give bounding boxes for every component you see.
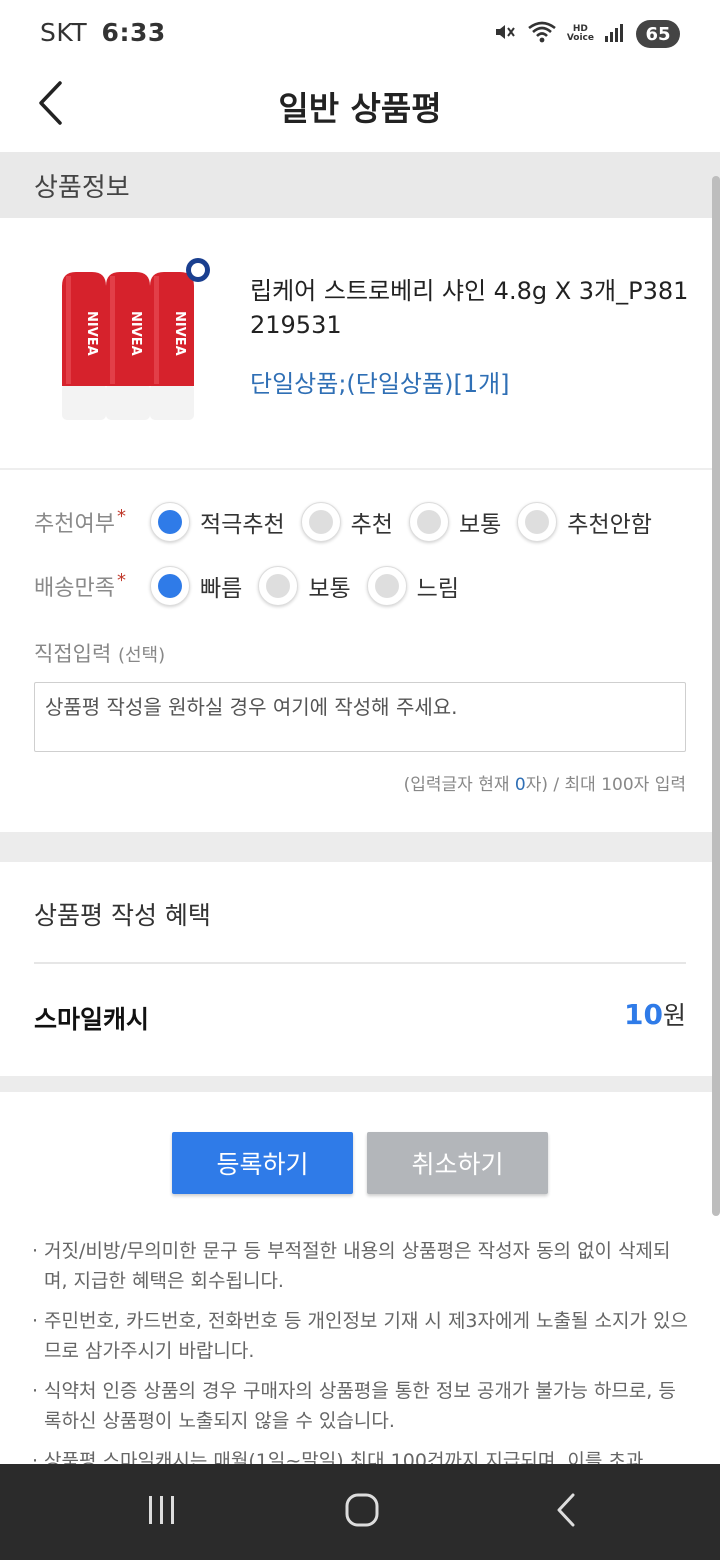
radio-label: 빠름 [200, 576, 243, 602]
benefit-section: 상품평 작성 혜택 스마일캐시 10원 [0, 862, 720, 1076]
smile-cash-amount: 10 [624, 998, 663, 1031]
svg-text:NIVEA: NIVEA [172, 311, 187, 356]
product-info-header: 상품정보 [0, 152, 720, 218]
section-divider [0, 832, 720, 862]
direct-input-label-text: 직접입력 [34, 642, 112, 666]
home-icon [344, 1492, 380, 1532]
radio-circle [258, 566, 299, 606]
notice-list: 거짓/비방/무의미한 문구 등 부적절한 내용의 상품평은 작성자 동의 없이 … [32, 1236, 692, 1486]
scrollbar[interactable] [712, 176, 720, 1216]
battery-indicator: 65 [636, 20, 680, 48]
svg-text:NIVEA: NIVEA [84, 311, 99, 356]
submit-button[interactable]: 등록하기 [172, 1132, 353, 1194]
system-nav-bar [0, 1464, 720, 1560]
radio-label: 적극추천 [200, 512, 285, 538]
recents-icon [145, 1493, 179, 1531]
status-bar: SKT 6:33 HD Voice 65 [0, 0, 720, 66]
delivery-row: 배송만족 * 빠름 보통 느림 [34, 566, 475, 606]
radio-label: 추천 [350, 512, 393, 538]
radio-circle [408, 502, 449, 542]
status-icons: HD Voice 65 [493, 18, 680, 50]
radio-circle [366, 566, 407, 606]
radio-fast[interactable]: 빠름 [150, 566, 242, 606]
radio-not-recommend[interactable]: 추천안함 [517, 502, 652, 542]
back-icon [554, 1492, 578, 1532]
nav-back-button[interactable] [536, 1492, 596, 1532]
smile-cash-label: 스마일캐시 [34, 1005, 150, 1034]
direct-input-label: 직접입력 (선택) [34, 638, 165, 668]
status-left: SKT 6:33 [40, 18, 166, 47]
product-card: NIVEA NIVEA NIVEA 립케어 스트로베리 샤인 4.8g X 3개… [0, 218, 720, 470]
product-option: 단일상품;(단일상품)[1개] [250, 370, 510, 398]
counter-suffix: 자) / 최대 100자 입력 [525, 775, 686, 795]
radio-normal[interactable]: 보통 [258, 566, 351, 606]
radio-circle [150, 502, 190, 542]
signal-icon [604, 21, 626, 47]
hd-voice-bottom: Voice [566, 33, 594, 43]
clock: 6:33 [101, 18, 166, 47]
product-image: NIVEA NIVEA NIVEA [30, 256, 216, 426]
counter-count: 0 [514, 775, 526, 795]
home-button[interactable] [332, 1492, 392, 1532]
radio-label: 보통 [308, 576, 351, 602]
cancel-button[interactable]: 취소하기 [367, 1132, 548, 1194]
recommend-label: 추천여부 * [34, 506, 150, 538]
recommend-row: 추천여부 * 적극추천 추천 보통 추천안함 [34, 502, 668, 542]
svg-text:NIVEA: NIVEA [128, 311, 143, 356]
wifi-icon [527, 20, 557, 48]
direct-input-optional: (선택) [117, 645, 166, 666]
radio-label: 느림 [416, 576, 459, 602]
radio-recommend[interactable]: 추천 [300, 502, 393, 542]
mute-icon [493, 20, 517, 48]
radio-strongly-recommend[interactable]: 적극추천 [150, 502, 285, 542]
required-mark: * [116, 506, 126, 527]
required-mark: * [116, 570, 126, 591]
smile-cash-unit: 원 [662, 1001, 686, 1030]
notice-item: 식약처 인증 상품의 경우 구매자의 상품평을 통한 정보 공개가 불가능 하므… [32, 1376, 692, 1436]
review-form: 추천여부 * 적극추천 추천 보통 추천안함 배송만족 * 빠름 보통 느림 직… [0, 472, 720, 832]
product-name[interactable]: 립케어 스트로베리 샤인 4.8g X 3개_P381219531 [250, 274, 690, 342]
radio-label: 추천안함 [567, 512, 652, 538]
radio-label: 보통 [458, 512, 502, 538]
radio-neutral[interactable]: 보통 [408, 502, 502, 542]
recents-button[interactable] [132, 1492, 192, 1532]
recommend-label-text: 추천여부 [34, 512, 115, 537]
radio-circle [517, 502, 558, 542]
delivery-label: 배송만족 * [34, 570, 150, 602]
smile-cash-value: 10원 [624, 996, 686, 1032]
char-counter: (입력글자 현재 0자) / 최대 100자 입력 [404, 770, 686, 795]
radio-circle [150, 566, 190, 606]
radio-circle [300, 502, 341, 542]
divider [34, 962, 686, 964]
carrier-label: SKT [40, 18, 88, 47]
app-header: 일반 상품평 [0, 66, 720, 152]
radio-slow[interactable]: 느림 [366, 566, 459, 606]
counter-prefix: (입력글자 현재 [403, 775, 515, 795]
notice-item: 주민번호, 카드번호, 전화번호 등 개인정보 기재 시 제3자에게 노출될 소… [32, 1306, 692, 1366]
product-info-label: 상품정보 [34, 173, 130, 203]
benefit-title: 상품평 작성 혜택 [34, 901, 211, 930]
notice-item: 거짓/비방/무의미한 문구 등 부적절한 내용의 상품평은 작성자 동의 없이 … [32, 1236, 692, 1296]
delivery-label-text: 배송만족 [34, 576, 115, 601]
review-text-input[interactable] [34, 682, 686, 752]
hd-voice-icon: HD Voice [567, 25, 594, 43]
page-title: 일반 상품평 [278, 89, 442, 128]
section-divider [0, 1076, 720, 1092]
